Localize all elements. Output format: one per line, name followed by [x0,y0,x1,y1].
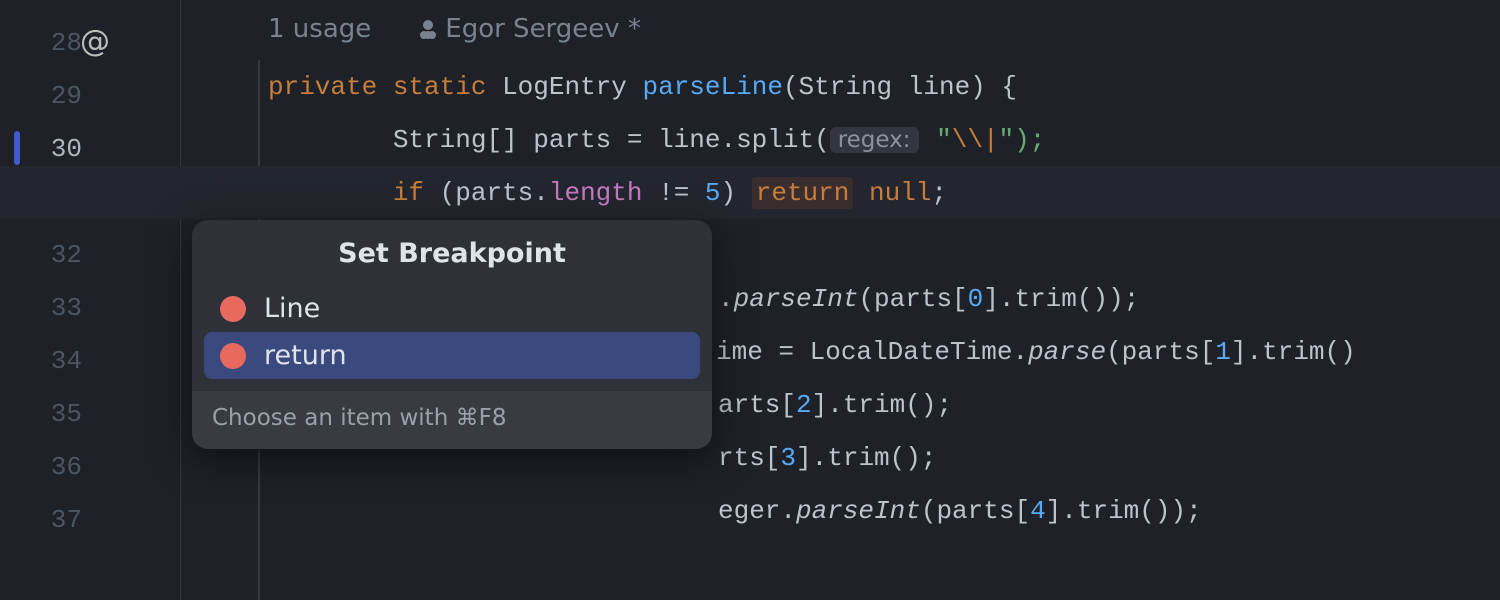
code-line-29[interactable]: String[] parts = line.split(regex: "\\|"… [268,113,1500,166]
gutter: 28 @ 29 30 31 32 33 34 35 36 37 [0,0,180,600]
gutter-separator [180,0,181,600]
idx-2: 2 [796,390,812,420]
override-icon[interactable]: @ [80,23,110,58]
kw-return: return [752,177,854,209]
str-open: " [921,125,952,155]
code-line-30[interactable]: if (parts.length != 5) return null; [0,166,1500,219]
popup-items: Line return [192,285,712,391]
str-close: "); [999,125,1046,155]
option-label: return [264,340,347,371]
gutter-line-36[interactable]: 36 [0,440,180,493]
author-name: Egor Sergeev * [445,14,641,44]
fn-parse: parse [1028,337,1106,367]
sig-rest: (String line) { [783,72,1017,102]
decl: String[] parts = line.split( [393,125,830,155]
gutter-line-28[interactable]: 28 @ [0,16,180,69]
usages-hint[interactable]: 1 usage [268,14,371,44]
breakpoint-option-line[interactable]: Line [204,285,700,332]
idx-4: 4 [1030,496,1046,526]
code-annotations: 1 usage Egor Sergeev * [268,14,641,44]
set-breakpoint-popup: Set Breakpoint Line return Choose an ite… [192,220,712,449]
line-number: 36 [51,452,82,482]
line-number: 33 [51,293,82,323]
line-number: 30 [51,134,82,164]
idx-1: 1 [1215,337,1231,367]
fn-parseline: parseLine [643,72,783,102]
fn-parseint-2: parseInt [796,496,921,526]
kw-null: null [869,178,931,208]
idx-3: 3 [780,443,796,473]
param-hint-regex: regex: [830,127,919,153]
gutter-line-37[interactable]: 37 [0,493,180,546]
code-line-36[interactable]: eger.parseInt(parts[4].trim()); [268,484,1500,537]
popup-title: Set Breakpoint [192,220,712,285]
author-hint[interactable]: Egor Sergeev * [419,14,641,44]
gutter-line-33[interactable]: 33 [0,281,180,334]
gutter-line-34[interactable]: 34 [0,334,180,387]
line-number: 32 [51,240,82,270]
gutter-line-29[interactable]: 29 [0,69,180,122]
prop-length: length [549,178,643,208]
num-5: 5 [705,178,721,208]
breakpoint-icon [220,296,246,322]
person-icon [419,20,437,38]
gutter-line-32[interactable]: 32 [0,228,180,281]
line-number: 28 [51,28,82,58]
regex-literal: \\| [952,125,999,155]
kw-private: private [268,72,377,102]
idx-0: 0 [968,284,984,314]
breakpoint-option-return[interactable]: return [204,332,700,379]
line-number: 37 [51,505,82,535]
line-number: 34 [51,346,82,376]
option-label: Line [264,293,320,324]
gutter-line-35[interactable]: 35 [0,387,180,440]
breakpoint-icon [220,343,246,369]
fn-parseint: parseInt [734,284,859,314]
kw-if: if [393,178,424,208]
line-number: 35 [51,399,82,429]
type-logentry: LogEntry [502,72,627,102]
code-line-28[interactable]: private static LogEntry parseLine(String… [268,60,1500,113]
kw-static: static [393,72,487,102]
popup-footer-hint: Choose an item with ⌘F8 [192,391,712,449]
line-number: 29 [51,81,82,111]
